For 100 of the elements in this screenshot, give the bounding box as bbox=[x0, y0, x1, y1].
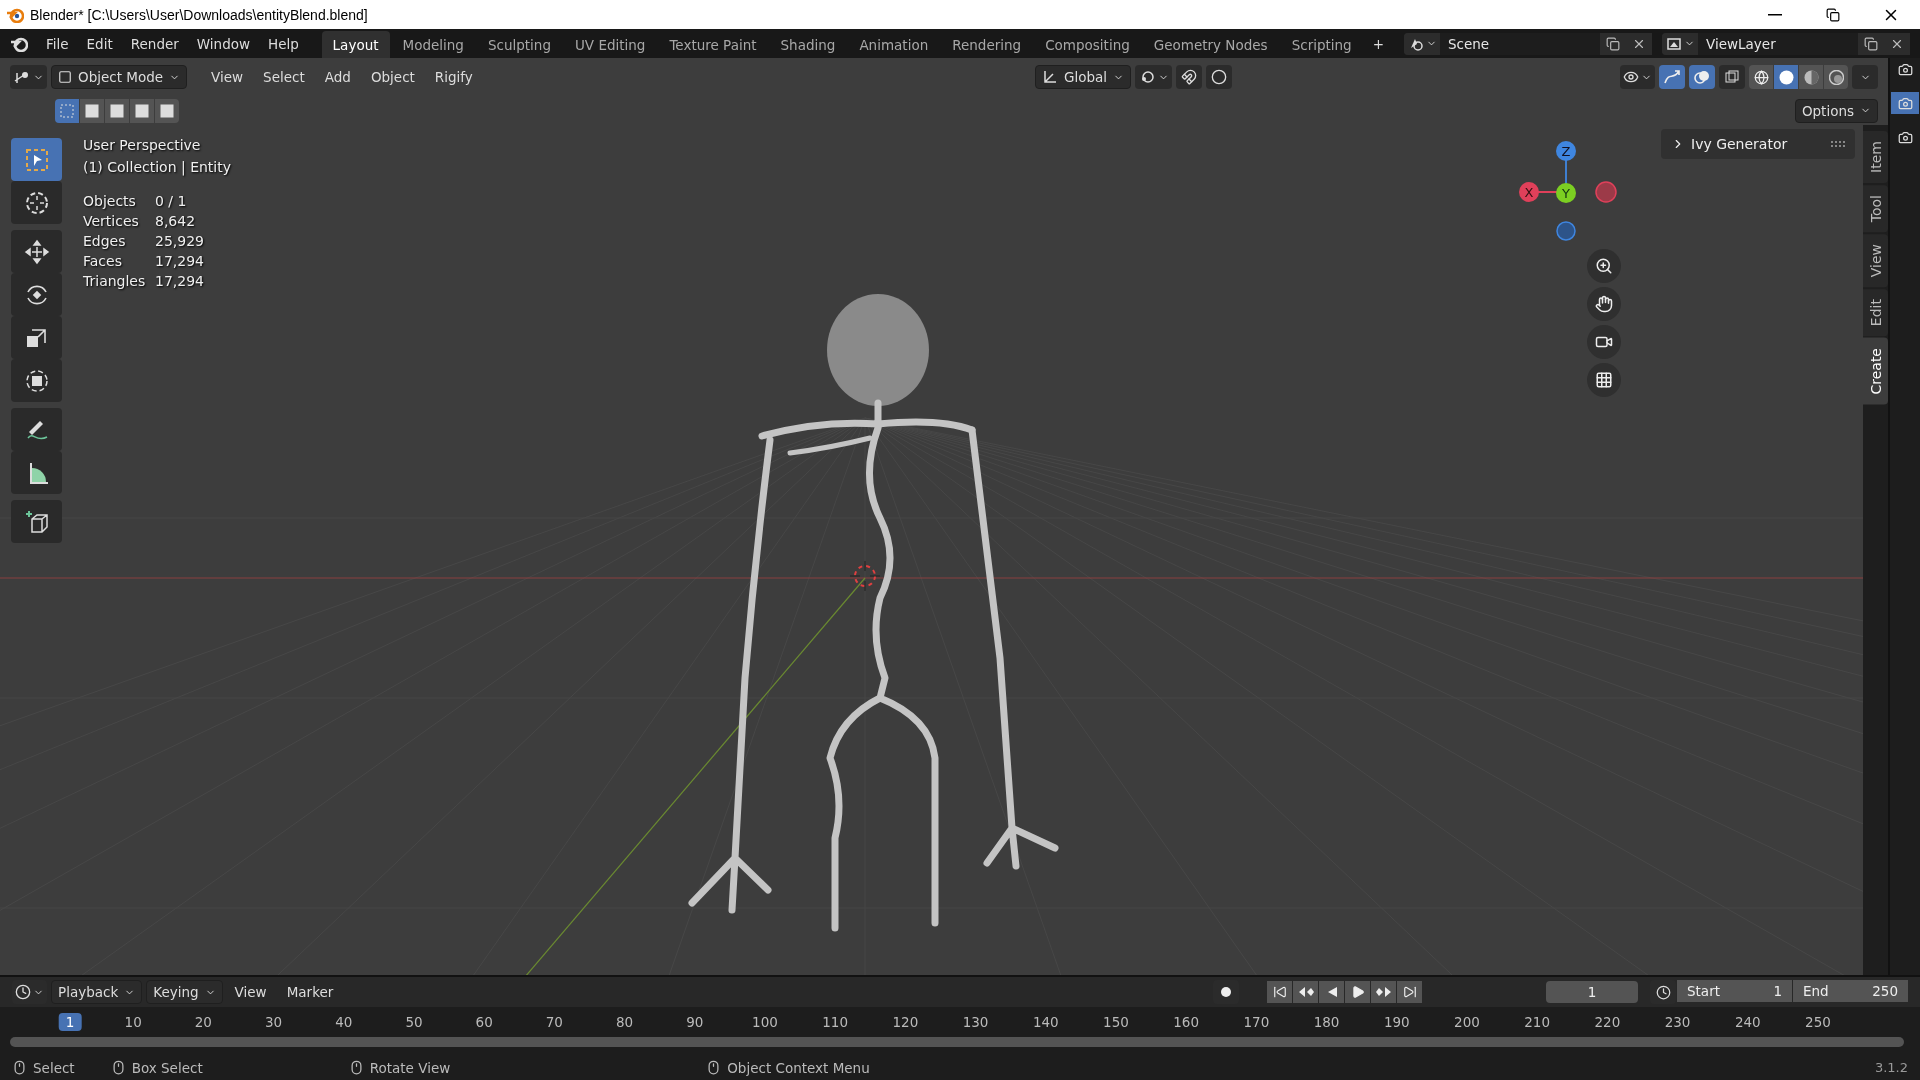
stopwatch-icon bbox=[1655, 984, 1671, 1000]
status-hint: Box Select bbox=[131, 1059, 203, 1076]
gizmo-icon bbox=[1663, 69, 1681, 85]
tool-button[interactable] bbox=[11, 451, 62, 494]
select-mode-icon bbox=[160, 103, 174, 118]
sidebar-tab[interactable]: Tool bbox=[1863, 184, 1888, 233]
workspace-tab[interactable]: Texture Paint bbox=[658, 31, 768, 58]
timeline-scrollbar[interactable] bbox=[10, 1037, 1904, 1047]
copy-button[interactable] bbox=[1858, 32, 1884, 55]
toggle-button[interactable] bbox=[1719, 65, 1745, 89]
play-button[interactable] bbox=[1345, 981, 1370, 1003]
remove-button[interactable] bbox=[1884, 32, 1910, 55]
sidebar-tab[interactable]: Item bbox=[1863, 131, 1888, 183]
tool-button[interactable] bbox=[11, 181, 62, 224]
tool-button[interactable] bbox=[11, 230, 62, 273]
tool-button[interactable] bbox=[11, 500, 62, 543]
blender-logo-icon bbox=[6, 6, 24, 23]
orientation-dropdown[interactable]: Global bbox=[1034, 65, 1131, 89]
select-mode-button[interactable] bbox=[105, 98, 129, 123]
menu-item[interactable]: Object bbox=[362, 66, 423, 88]
panel-header[interactable]: Ivy Generator bbox=[1661, 129, 1855, 159]
menu-item[interactable]: Rigify bbox=[426, 66, 481, 88]
transform-icon bbox=[23, 367, 50, 394]
shading-button[interactable] bbox=[1824, 65, 1848, 89]
menu-item[interactable]: Add bbox=[316, 66, 359, 88]
mode-dropdown[interactable]: Object Mode bbox=[51, 65, 188, 89]
shading-button[interactable] bbox=[1774, 65, 1798, 89]
menu-item[interactable]: File bbox=[38, 32, 77, 55]
pivot-button[interactable] bbox=[1135, 65, 1172, 89]
sidebar-tab[interactable]: Edit bbox=[1863, 289, 1888, 337]
start-frame-field[interactable]: Start 1 bbox=[1677, 980, 1792, 1002]
frame-number: 210 bbox=[1524, 1013, 1551, 1031]
menu-item[interactable]: View bbox=[203, 66, 252, 88]
current-frame-field[interactable]: 1 bbox=[1546, 981, 1638, 1003]
menu-item[interactable]: Marker bbox=[278, 981, 342, 1003]
minimize-icon bbox=[1768, 13, 1782, 16]
play-reverse-button[interactable] bbox=[1319, 981, 1344, 1003]
pan-button[interactable] bbox=[1587, 287, 1621, 321]
menu-item[interactable]: Window bbox=[188, 32, 259, 55]
projection-button[interactable] bbox=[1587, 363, 1621, 397]
zoom-button[interactable] bbox=[1587, 249, 1621, 283]
stat-label: Edges bbox=[83, 233, 127, 249]
clock-icon bbox=[15, 984, 31, 1000]
end-frame-field[interactable]: End 250 bbox=[1793, 980, 1908, 1002]
scene-selector-button[interactable] bbox=[1404, 32, 1440, 55]
toggle-button[interactable] bbox=[1176, 65, 1202, 89]
select-mode-button[interactable] bbox=[80, 98, 104, 123]
axis-gizmo[interactable]: Z X Y bbox=[1519, 137, 1629, 243]
scene-field[interactable]: Scene bbox=[1440, 32, 1600, 55]
frame-number: 70 bbox=[545, 1013, 563, 1031]
workspace-tab[interactable]: Sculpting bbox=[476, 31, 562, 58]
render-toggle[interactable] bbox=[1891, 92, 1919, 114]
shading-button[interactable] bbox=[1749, 65, 1773, 89]
workspace-tab[interactable]: Scripting bbox=[1280, 31, 1363, 58]
visibility-button[interactable] bbox=[1620, 65, 1655, 89]
menu-dropdown[interactable]: Playback bbox=[51, 980, 143, 1004]
options-dropdown[interactable]: Options bbox=[1794, 98, 1878, 123]
select-mode-button[interactable] bbox=[155, 98, 179, 123]
workspace-tab[interactable]: Shading bbox=[769, 31, 847, 58]
workspace-tab[interactable]: Layout bbox=[321, 31, 390, 58]
axes-icon bbox=[1041, 69, 1058, 85]
menu-item[interactable]: Select bbox=[255, 66, 313, 88]
workspace-tab[interactable]: UV Editing bbox=[563, 31, 657, 58]
select-mode-button[interactable] bbox=[130, 98, 154, 123]
frame-number: 220 bbox=[1594, 1013, 1621, 1031]
frame-number: 30 bbox=[265, 1013, 283, 1031]
status-hint: Select bbox=[33, 1059, 75, 1076]
remove-button[interactable] bbox=[1626, 32, 1652, 55]
add-workspace-button[interactable]: + bbox=[1364, 32, 1392, 55]
view-layer-selector-button[interactable] bbox=[1662, 32, 1698, 55]
view-layer-field[interactable]: ViewLayer bbox=[1698, 32, 1858, 55]
workspace-tab[interactable]: Animation bbox=[848, 31, 940, 58]
toggle-button[interactable] bbox=[1659, 65, 1685, 89]
toggle-button[interactable] bbox=[1206, 65, 1232, 89]
tool-button[interactable] bbox=[11, 359, 62, 402]
sidebar-tab[interactable]: Create bbox=[1863, 338, 1888, 405]
camera-view-button[interactable] bbox=[1587, 325, 1621, 359]
menu-item[interactable]: Help bbox=[260, 32, 307, 55]
workspace-tab[interactable]: Rendering bbox=[941, 31, 1033, 58]
prev-keyframe-button[interactable] bbox=[1293, 981, 1318, 1003]
workspace-tab[interactable]: Geometry Nodes bbox=[1142, 31, 1279, 58]
tool-button[interactable] bbox=[11, 408, 62, 451]
menu-item[interactable]: Render bbox=[122, 32, 187, 55]
toggle-button[interactable] bbox=[1689, 65, 1715, 89]
workspace-tab[interactable]: Modeling bbox=[391, 31, 475, 58]
menu-item[interactable]: Edit bbox=[78, 32, 121, 55]
sidebar-tab[interactable]: View bbox=[1863, 234, 1888, 288]
copy-button[interactable] bbox=[1600, 32, 1626, 55]
view-name: User Perspective bbox=[83, 137, 202, 153]
jump-start-button[interactable] bbox=[1267, 981, 1292, 1003]
record-icon bbox=[1220, 986, 1232, 998]
menu-dropdown[interactable]: Keying bbox=[146, 980, 223, 1004]
menu-item[interactable]: View bbox=[226, 981, 275, 1003]
workspace-tab[interactable]: Compositing bbox=[1034, 31, 1141, 58]
blender-logo-icon[interactable] bbox=[10, 35, 28, 52]
next-keyframe-button[interactable] bbox=[1371, 981, 1396, 1003]
shading-button[interactable] bbox=[1799, 65, 1823, 89]
editor-type-button[interactable] bbox=[10, 65, 47, 89]
select-mode-button[interactable] bbox=[55, 98, 79, 123]
jump-end-button[interactable] bbox=[1397, 981, 1422, 1003]
